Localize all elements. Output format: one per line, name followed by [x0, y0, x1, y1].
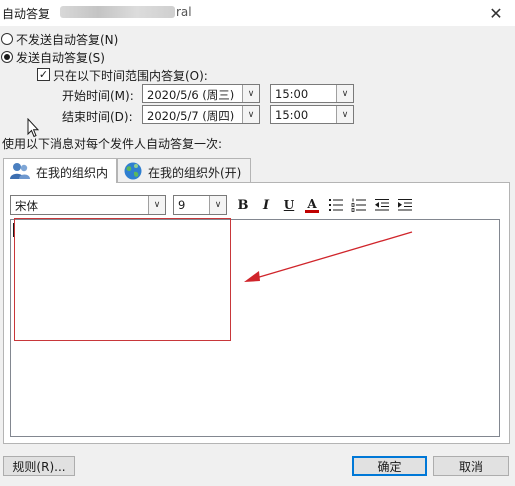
bullet-list-button[interactable] [327, 196, 345, 214]
time-range-label[interactable]: 只在以下时间范围内答复(O): [53, 67, 208, 84]
window-title: 自动答复 [2, 7, 51, 21]
start-time-value: 15:00 [275, 87, 309, 101]
chevron-down-icon[interactable]: ∨ [148, 196, 165, 214]
font-color-button[interactable]: A [303, 196, 321, 214]
cancel-button[interactable]: 取消 [433, 456, 509, 476]
font-name-value: 宋体 [15, 199, 38, 213]
bullet-list-icon [329, 199, 343, 211]
annotation-arrow-icon [244, 231, 413, 282]
rules-button[interactable]: 规则(R)... [3, 456, 75, 476]
start-time-label: 开始时间(M): [62, 89, 134, 103]
font-size-select[interactable]: 9 ∨ [173, 195, 227, 215]
no-reply-label[interactable]: 不发送自动答复(N) [16, 31, 118, 48]
annotation-highlight-box [14, 218, 231, 341]
italic-button[interactable]: I [257, 196, 275, 214]
start-time-select[interactable]: 15:00 ∨ [270, 84, 354, 103]
font-color-swatch [305, 209, 319, 213]
send-reply-radio[interactable] [1, 51, 13, 63]
font-size-value: 9 [178, 198, 186, 212]
ok-button[interactable]: 确定 [352, 456, 427, 476]
end-date-picker[interactable]: 2020/5/7 (周四) ∨ [142, 105, 260, 124]
bold-button[interactable]: B [234, 196, 252, 214]
font-color-letter: A [307, 196, 317, 211]
window-title-account: ral [176, 5, 192, 19]
no-reply-radio[interactable] [1, 33, 13, 45]
chevron-down-icon[interactable]: ∨ [242, 85, 259, 102]
chevron-down-icon[interactable]: ∨ [336, 106, 353, 123]
tab-inside-organization[interactable]: 在我的组织内 [3, 158, 117, 183]
numbered-list-button[interactable] [350, 196, 368, 214]
send-reply-label[interactable]: 发送自动答复(S) [16, 49, 105, 66]
tab-label: 在我的组织外(开) [148, 166, 242, 180]
numbered-list-icon [351, 198, 366, 212]
indent-icon [398, 199, 412, 211]
decrease-indent-button[interactable] [373, 196, 391, 214]
globe-icon [124, 162, 142, 180]
start-date-picker[interactable]: 2020/5/6 (周三) ∨ [142, 84, 260, 103]
chevron-down-icon[interactable]: ∨ [336, 85, 353, 102]
end-time-value: 15:00 [275, 108, 309, 122]
people-icon [10, 163, 30, 179]
close-button[interactable]: ✕ [477, 0, 515, 26]
instruction-text: 使用以下消息对每个发件人自动答复一次: [2, 137, 223, 151]
end-time-select[interactable]: 15:00 ∨ [270, 105, 354, 124]
start-date-value: 2020/5/6 (周三) [147, 88, 235, 102]
chevron-down-icon[interactable]: ∨ [242, 106, 259, 123]
end-time-label: 结束时间(D): [62, 110, 133, 124]
chevron-down-icon[interactable]: ∨ [209, 196, 226, 214]
tab-label: 在我的组织内 [36, 166, 109, 180]
redacted-account-name [60, 6, 175, 18]
increase-indent-button[interactable] [396, 196, 414, 214]
end-date-value: 2020/5/7 (周四) [147, 109, 235, 123]
underline-button[interactable]: U [280, 196, 298, 214]
outdent-icon [375, 199, 389, 211]
time-range-checkbox[interactable]: ✓ [37, 68, 50, 81]
title-bar: 自动答复 ral ✕ [0, 0, 515, 26]
tab-outside-organization[interactable]: 在我的组织外(开) [117, 158, 251, 182]
font-name-select[interactable]: 宋体 ∨ [10, 195, 166, 215]
